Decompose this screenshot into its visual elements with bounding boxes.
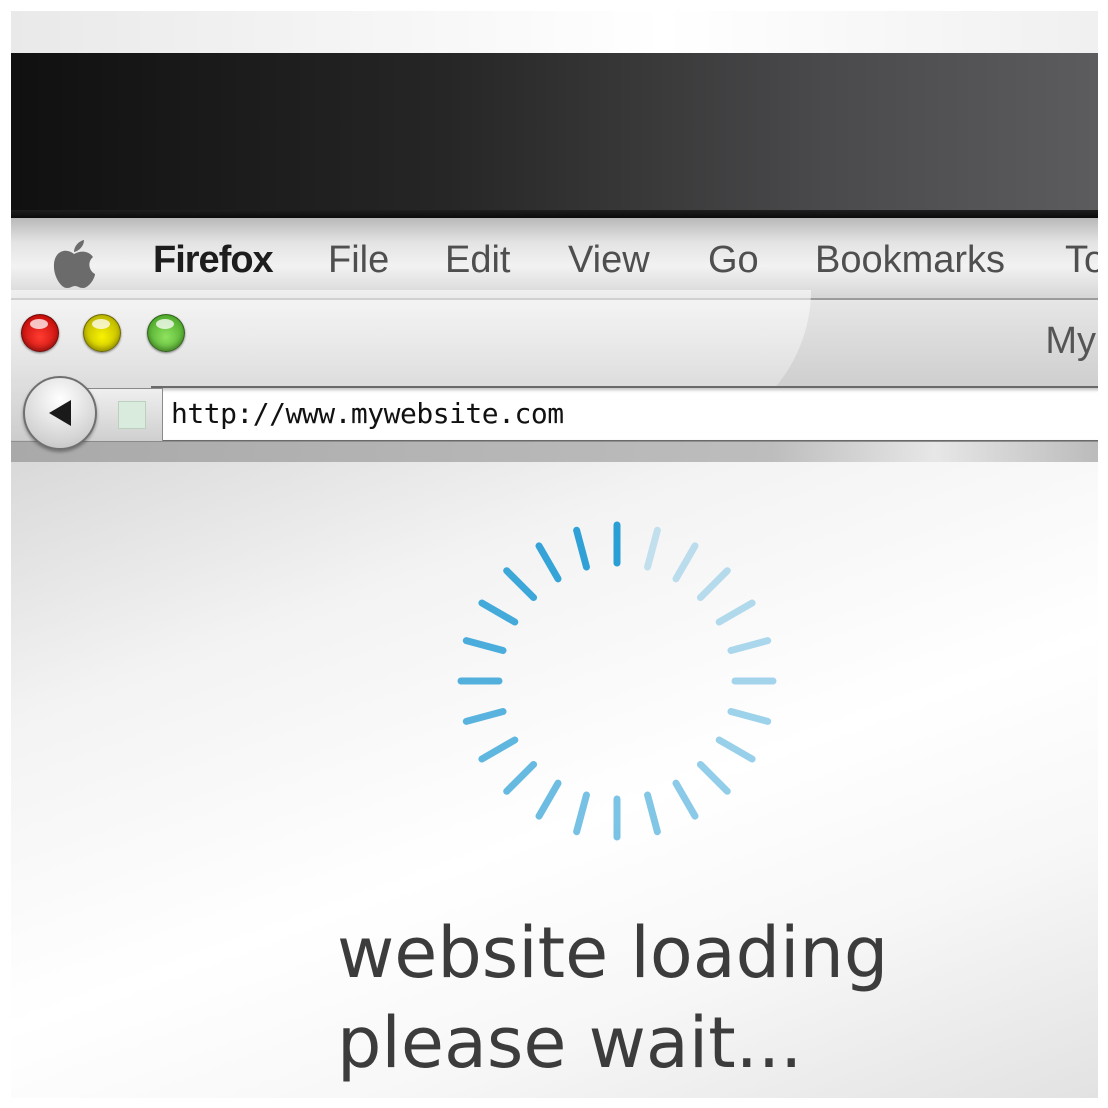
spinner-tick bbox=[644, 791, 661, 836]
menu-go[interactable]: Go bbox=[708, 238, 759, 282]
menu-tools[interactable]: To bbox=[1065, 238, 1098, 282]
spinner-tick bbox=[478, 736, 519, 763]
close-button[interactable] bbox=[21, 314, 59, 352]
spinner-tick bbox=[715, 736, 756, 763]
spinner-tick bbox=[503, 760, 538, 795]
loading-line-1: website loading bbox=[337, 912, 889, 994]
loading-line-2: please wait... bbox=[337, 1002, 803, 1084]
toolbar-bottom-edge bbox=[11, 441, 1098, 462]
spinner-tick bbox=[478, 599, 519, 626]
menu-bookmarks[interactable]: Bookmarks bbox=[815, 238, 1005, 282]
spinner-tick bbox=[727, 708, 772, 725]
spinner-tick bbox=[715, 599, 756, 626]
menu-app-name[interactable]: Firefox bbox=[153, 238, 274, 282]
back-button[interactable] bbox=[23, 376, 97, 450]
spinner-tick bbox=[672, 779, 699, 820]
spinner-tick bbox=[462, 637, 507, 654]
menu-edit[interactable]: Edit bbox=[445, 238, 510, 282]
page-title: My bbox=[1045, 320, 1096, 362]
spinner-tick bbox=[503, 567, 538, 602]
browser-toolbar: My http://www.mywebsite.com bbox=[11, 290, 1098, 462]
address-bar[interactable]: http://www.mywebsite.com bbox=[151, 386, 1098, 442]
zoom-button[interactable] bbox=[147, 314, 185, 352]
spinner-tick bbox=[573, 526, 590, 571]
minimize-button[interactable] bbox=[83, 314, 121, 352]
stop-square-icon bbox=[118, 401, 146, 429]
page-content: website loading please wait... bbox=[11, 462, 1098, 1098]
title-bar bbox=[11, 53, 1098, 218]
back-arrow-icon bbox=[49, 400, 71, 426]
spinner-tick bbox=[462, 708, 507, 725]
spinner-tick bbox=[573, 791, 590, 836]
spinner-tick bbox=[696, 567, 731, 602]
browser-frame: Firefox File Edit View Go Bookmarks To M… bbox=[11, 11, 1098, 1098]
title-bar-edge bbox=[11, 210, 1098, 218]
menu-bar: Firefox File Edit View Go Bookmarks To bbox=[11, 218, 1098, 300]
address-bar-text: http://www.mywebsite.com bbox=[171, 397, 564, 430]
window-top-edge bbox=[11, 11, 1098, 53]
apple-logo-icon[interactable] bbox=[51, 238, 97, 292]
loading-message: website loading please wait... bbox=[337, 908, 888, 1088]
menu-view[interactable]: View bbox=[568, 238, 650, 282]
spinner-tick bbox=[535, 779, 562, 820]
spinner-tick bbox=[727, 637, 772, 654]
loading-spinner-icon bbox=[457, 521, 777, 841]
spinner-tick bbox=[696, 760, 731, 795]
spinner-tick bbox=[644, 526, 661, 571]
menu-file[interactable]: File bbox=[328, 238, 389, 282]
spinner-tick bbox=[535, 542, 562, 583]
spinner-tick bbox=[672, 542, 699, 583]
